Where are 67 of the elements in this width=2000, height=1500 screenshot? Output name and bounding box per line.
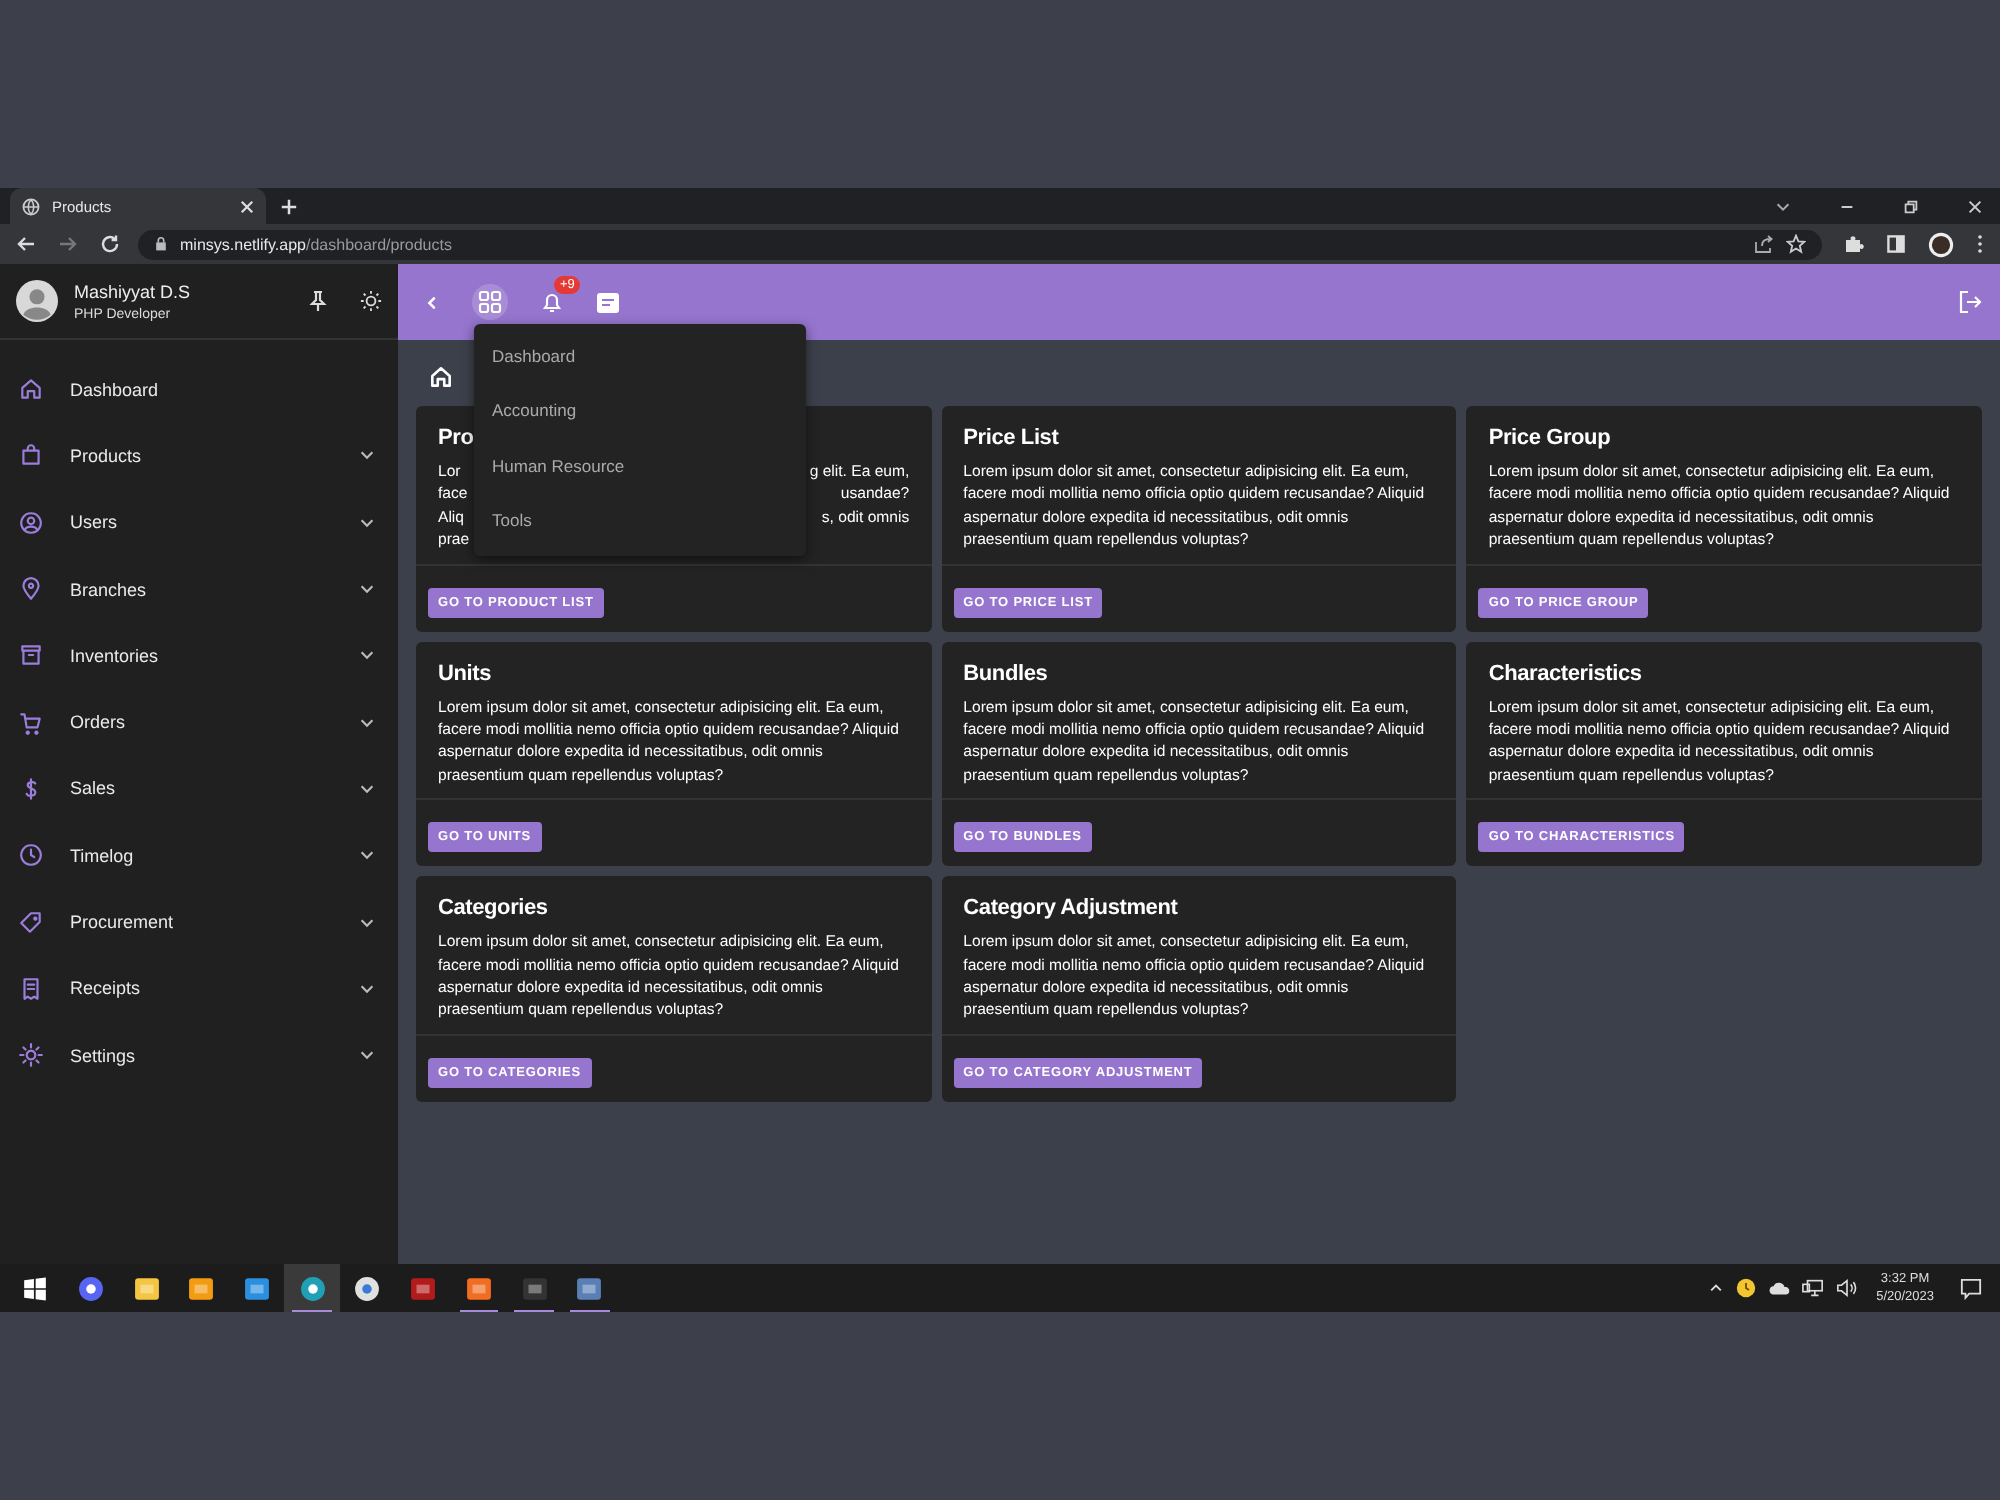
taskbar-app[interactable] [284, 1264, 341, 1312]
network-icon[interactable] [1802, 1278, 1825, 1298]
address-field[interactable]: minsys.netlify.app/dashboard/products [138, 229, 1822, 259]
windows-icon [22, 1275, 49, 1301]
tag-icon [18, 909, 44, 936]
card-title: Units [438, 661, 492, 686]
card-title: Price Group [1488, 426, 1611, 450]
chevron-up-icon[interactable] [1708, 1280, 1725, 1296]
card-title: Categories [438, 896, 548, 921]
clock-icon [18, 842, 44, 869]
sidebar-item[interactable]: Products [0, 422, 398, 490]
sidebar-item[interactable]: Sales [0, 755, 398, 823]
sidebar-item[interactable]: Receipts [0, 955, 398, 1022]
sidebar-item[interactable]: Settings [0, 1021, 398, 1089]
gear-icon [18, 1042, 44, 1069]
clock-icon[interactable] [1736, 1278, 1757, 1298]
menu-item[interactable]: Tools [474, 493, 806, 549]
cloud-icon[interactable] [1768, 1280, 1791, 1296]
sidebar-item[interactable]: Orders [0, 688, 398, 756]
sidebar-item[interactable]: Branches [0, 555, 398, 623]
notification-icon[interactable] [1960, 1277, 1982, 1299]
bag-icon [18, 442, 44, 469]
pin-icon[interactable] [308, 290, 328, 312]
sidebar-item[interactable]: Users [0, 489, 398, 556]
globe-icon [22, 197, 40, 215]
forward-arrow-icon[interactable] [58, 234, 78, 254]
user-icon [18, 509, 44, 536]
restore-icon[interactable] [1902, 197, 1920, 215]
home-icon [18, 376, 44, 403]
card-title: Price List [963, 426, 1059, 450]
user-name: Mashiyyat D.S [74, 281, 193, 301]
logout-icon[interactable] [1958, 290, 1982, 314]
menu-item[interactable]: Human Resource [474, 439, 806, 494]
message-icon[interactable] [596, 291, 620, 313]
sun-icon[interactable] [360, 290, 382, 312]
share-icon[interactable] [1754, 234, 1774, 254]
kebab-menu-icon[interactable] [1976, 234, 1984, 254]
card-title: Pro [438, 426, 474, 450]
chevron-left-icon[interactable] [424, 293, 440, 311]
close-icon[interactable] [240, 199, 254, 213]
sidebar-item[interactable]: Procurement [0, 888, 398, 956]
cart-icon [18, 709, 44, 736]
back-arrow-icon[interactable] [16, 234, 36, 254]
lock-icon [154, 236, 168, 252]
close-icon[interactable] [1966, 197, 1984, 215]
card-title: Characteristics [1488, 661, 1642, 686]
archive-icon [18, 642, 44, 669]
home-icon[interactable] [428, 364, 454, 390]
star-icon[interactable] [1786, 234, 1806, 254]
bell-icon[interactable] [540, 290, 564, 314]
avatar [16, 280, 58, 322]
sidebar-item[interactable]: Timelog [0, 822, 398, 889]
location-pin-icon [18, 576, 44, 603]
sidebar-item[interactable]: Inventories [0, 622, 398, 689]
menu-item[interactable]: Dashboard [474, 330, 806, 385]
card-title: Category Adjustment [963, 896, 1178, 921]
reload-icon[interactable] [100, 234, 120, 254]
card-title: Bundles [963, 661, 1048, 686]
plus-icon[interactable] [280, 197, 298, 215]
menu-item[interactable]: Accounting [474, 384, 806, 440]
receipt-icon [18, 975, 44, 1002]
sidebar-item[interactable]: Dashboard [0, 356, 398, 423]
profile-avatar-icon[interactable] [1928, 231, 1954, 257]
apps-grid-icon[interactable] [472, 284, 508, 320]
side-panel-icon[interactable] [1886, 234, 1906, 254]
puzzle-icon[interactable] [1844, 234, 1864, 254]
speaker-icon[interactable] [1836, 1278, 1859, 1298]
